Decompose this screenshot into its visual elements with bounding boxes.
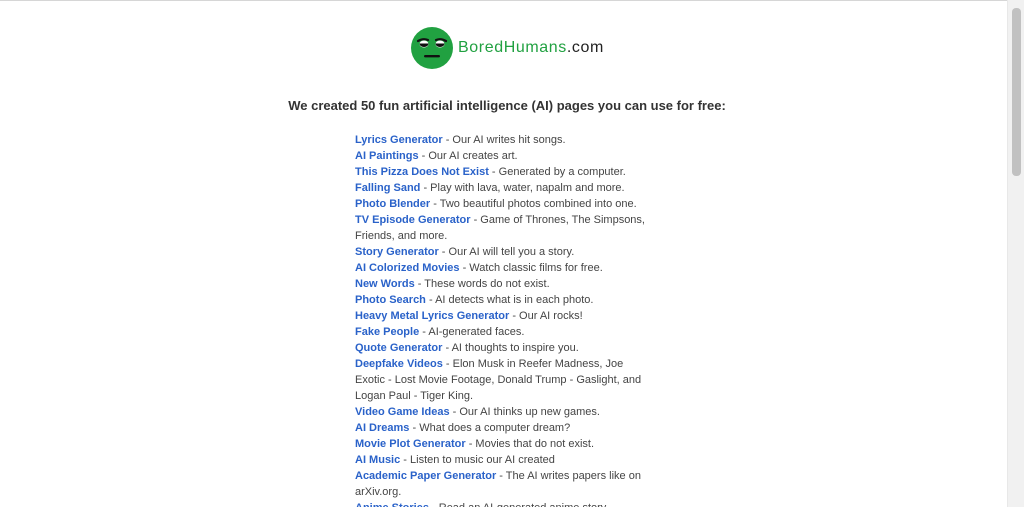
ai-page-description: - AI thoughts to inspire you. <box>442 342 579 354</box>
ai-page-description: - Play with lava, water, napalm and more… <box>420 182 625 194</box>
list-item: Photo Blender - Two beautiful photos com… <box>355 196 655 212</box>
list-item: AI Paintings - Our AI creates art. <box>355 148 655 164</box>
ai-page-link[interactable]: New Words <box>355 278 415 290</box>
ai-page-description: - AI-generated faces. <box>419 326 525 338</box>
ai-page-description: - Our AI thinks up new games. <box>449 406 600 418</box>
list-item: Lyrics Generator - Our AI writes hit son… <box>355 132 655 148</box>
ai-page-link[interactable]: Lyrics Generator <box>355 134 443 146</box>
ai-page-description: - Read an AI-generated anime story. <box>429 502 609 507</box>
logo-wordmark: Bored Humans .com <box>458 39 604 57</box>
ai-page-description: - Movies that do not exist. <box>465 438 595 450</box>
site-logo[interactable]: Bored Humans .com <box>411 27 604 69</box>
ai-page-link[interactable]: This Pizza Does Not Exist <box>355 166 489 178</box>
scrollbar-thumb[interactable] <box>1012 8 1021 176</box>
ai-page-link[interactable]: AI Music <box>355 454 400 466</box>
list-item: Falling Sand - Play with lava, water, na… <box>355 180 655 196</box>
ai-page-description: - Generated by a computer. <box>488 166 626 178</box>
page-headline: We created 50 fun artificial intelligenc… <box>288 98 726 113</box>
list-item: Fake People - AI-generated faces. <box>355 324 655 340</box>
list-item: AI Colorized Movies - Watch classic film… <box>355 260 655 276</box>
ai-page-description: - Our AI writes hit songs. <box>442 134 566 146</box>
ai-page-description: - Our AI will tell you a story. <box>438 246 575 258</box>
ai-page-link[interactable]: Story Generator <box>355 246 439 258</box>
ai-page-link[interactable]: Anime Stories <box>355 502 429 507</box>
list-item: Academic Paper Generator - The AI writes… <box>355 468 655 500</box>
ai-page-link[interactable]: Academic Paper Generator <box>355 470 496 482</box>
list-item: This Pizza Does Not Exist - Generated by… <box>355 164 655 180</box>
ai-page-link[interactable]: TV Episode Generator <box>355 214 471 226</box>
list-item: Movie Plot Generator - Movies that do no… <box>355 436 655 452</box>
list-item: Anime Stories - Read an AI-generated ani… <box>355 500 655 507</box>
ai-page-link[interactable]: Deepfake Videos <box>355 358 443 370</box>
ai-page-description: - These words do not exist. <box>414 278 550 290</box>
ai-page-link[interactable]: Fake People <box>355 326 419 338</box>
ai-page-link[interactable]: Video Game Ideas <box>355 406 450 418</box>
ai-pages-list: Lyrics Generator - Our AI writes hit son… <box>355 132 655 507</box>
ai-page-description: - AI detects what is in each photo. <box>425 294 594 306</box>
logo-text-humans: Humans <box>503 39 567 56</box>
list-item: New Words - These words do not exist. <box>355 276 655 292</box>
ai-page-link[interactable]: Photo Search <box>355 294 426 306</box>
list-item: TV Episode Generator - Game of Thrones, … <box>355 212 655 244</box>
ai-page-link[interactable]: AI Dreams <box>355 422 409 434</box>
ai-page-link[interactable]: AI Paintings <box>355 150 419 162</box>
list-item: Quote Generator - AI thoughts to inspire… <box>355 340 655 356</box>
ai-page-link[interactable]: Movie Plot Generator <box>355 438 466 450</box>
list-item: Deepfake Videos - Elon Musk in Reefer Ma… <box>355 356 655 404</box>
list-item: AI Dreams - What does a computer dream? <box>355 420 655 436</box>
list-item: AI Music - Listen to music our AI create… <box>355 452 655 468</box>
ai-page-link[interactable]: Falling Sand <box>355 182 420 194</box>
list-item: Video Game Ideas - Our AI thinks up new … <box>355 404 655 420</box>
ai-page-description: - What does a computer dream? <box>409 422 571 434</box>
logo-text-domain: .com <box>566 39 604 56</box>
vertical-scrollbar[interactable] <box>1007 0 1024 507</box>
ai-page-description: - Watch classic films for free. <box>459 262 603 274</box>
ai-page-link[interactable]: Heavy Metal Lyrics Generator <box>355 310 509 322</box>
ai-page-description: - Our AI rocks! <box>509 310 583 322</box>
ai-page-description: - Listen to music our AI created <box>400 454 555 466</box>
ai-page-link[interactable]: Quote Generator <box>355 342 442 354</box>
ai-page-link[interactable]: Photo Blender <box>355 198 430 210</box>
list-item: Photo Search - AI detects what is in eac… <box>355 292 655 308</box>
page: Bored Humans .com We created 50 fun artifi… <box>0 0 1007 507</box>
list-item: Story Generator - Our AI will tell you a… <box>355 244 655 260</box>
list-item: Heavy Metal Lyrics Generator - Our AI ro… <box>355 308 655 324</box>
bored-face-icon <box>411 27 453 69</box>
logo-text-bored: Bored <box>458 39 504 56</box>
ai-page-description: - Two beautiful photos combined into one… <box>430 198 637 210</box>
ai-page-description: - Our AI creates art. <box>418 150 518 162</box>
ai-page-link[interactable]: AI Colorized Movies <box>355 262 460 274</box>
